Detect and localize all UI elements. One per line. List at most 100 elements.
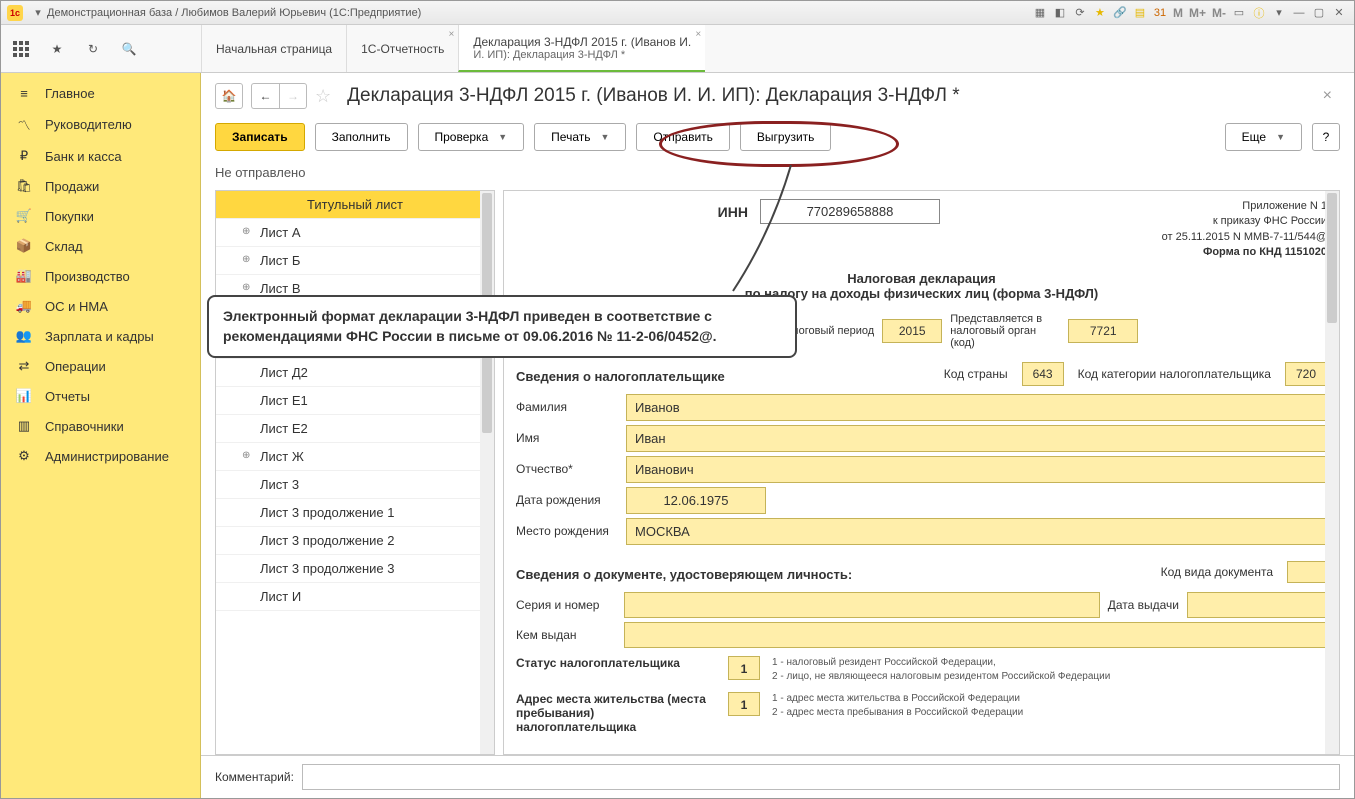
sidebar-item-warehouse[interactable]: 📦Склад: [1, 231, 200, 261]
status-field[interactable]: 1: [728, 656, 760, 680]
calendar-icon[interactable]: 31: [1151, 4, 1169, 22]
tree-row-3[interactable]: Лист 3: [216, 471, 494, 499]
chevron-down-icon: ▼: [600, 132, 609, 142]
inn-field[interactable]: 770289658888: [760, 199, 940, 224]
comment-label: Комментарий:: [215, 770, 294, 784]
m-button[interactable]: M: [1171, 6, 1185, 20]
tree-row-3c2[interactable]: Лист 3 продолжение 2: [216, 527, 494, 555]
sheet-tree: Титульный лист ⊕Лист А ⊕Лист Б ⊕Лист В Л…: [215, 190, 495, 755]
sidebar-label: Руководителю: [45, 117, 132, 132]
tree-row-3c1[interactable]: Лист 3 продолжение 1: [216, 499, 494, 527]
titlebar: 1c ▾ Демонстрационная база / Любимов Вал…: [1, 1, 1354, 25]
search-icon[interactable]: 🔍: [119, 39, 139, 59]
titlebar-tool-3[interactable]: ⟳: [1071, 4, 1089, 22]
tree-row-e1[interactable]: Лист Е1: [216, 387, 494, 415]
history-icon[interactable]: ↻: [83, 39, 103, 59]
comment-input[interactable]: [302, 764, 1340, 790]
link-icon[interactable]: 🔗: [1111, 4, 1129, 22]
m-minus-button[interactable]: M-: [1210, 6, 1228, 20]
home-button[interactable]: 🏠: [215, 83, 243, 109]
expand-icon[interactable]: ⊕: [242, 254, 254, 266]
titlebar-tool-1[interactable]: ▦: [1031, 4, 1049, 22]
minimize-icon[interactable]: —: [1290, 4, 1308, 22]
tree-row-a[interactable]: ⊕Лист А: [216, 219, 494, 247]
patronymic-field[interactable]: Иванович: [626, 456, 1327, 483]
sidebar-item-reports[interactable]: 📊Отчеты: [1, 381, 200, 411]
tab-declaration-label2: И. ИП): Декларация 3-НДФЛ *: [473, 49, 691, 61]
panel-icon[interactable]: ▭: [1230, 4, 1248, 22]
tab-start[interactable]: Начальная страница: [201, 25, 346, 72]
sidebar-item-purchases[interactable]: 🛒Покупки: [1, 201, 200, 231]
close-window-icon[interactable]: ✕: [1330, 4, 1348, 22]
expand-icon[interactable]: ⊕: [242, 282, 254, 294]
fill-button[interactable]: Заполнить: [315, 123, 408, 151]
sidebar-item-os[interactable]: 🚚ОС и НМА: [1, 291, 200, 321]
surname-field[interactable]: Иванов: [626, 394, 1327, 421]
help-button[interactable]: ?: [1312, 123, 1340, 151]
tab-declaration[interactable]: Декларация 3-НДФЛ 2015 г. (Иванов И. И. …: [458, 25, 705, 72]
truck-icon: 🚚: [15, 298, 33, 314]
send-button[interactable]: Отправить: [636, 123, 730, 151]
tab-declaration-label1: Декларация 3-НДФЛ 2015 г. (Иванов И.: [473, 35, 691, 49]
expand-icon[interactable]: ⊕: [242, 450, 254, 462]
sidebar-item-production[interactable]: 🏭Производство: [1, 261, 200, 291]
back-button[interactable]: ←: [251, 83, 279, 109]
tree-row-3c3[interactable]: Лист 3 продолжение 3: [216, 555, 494, 583]
gear-icon: ⚙: [15, 448, 33, 464]
dob-field[interactable]: 12.06.1975: [626, 487, 766, 514]
close-icon[interactable]: ×: [449, 29, 455, 40]
country-field[interactable]: 643: [1022, 362, 1064, 386]
star-icon[interactable]: ★: [47, 39, 67, 59]
sidebar-item-operations[interactable]: ⇄Операции: [1, 351, 200, 381]
sidebar-item-sales[interactable]: 🛍Продажи: [1, 171, 200, 201]
apps-icon[interactable]: [11, 39, 31, 59]
name-label: Имя: [516, 431, 616, 445]
tree-row-e2[interactable]: Лист Е2: [216, 415, 494, 443]
tab-reporting[interactable]: 1С-Отчетность×: [346, 25, 458, 72]
expand-icon[interactable]: ⊕: [242, 226, 254, 238]
unload-button[interactable]: Выгрузить: [740, 123, 832, 151]
category-field[interactable]: 720: [1285, 362, 1327, 386]
favorite-toggle[interactable]: ☆: [315, 86, 331, 107]
tree-scrollbar[interactable]: [480, 191, 494, 754]
close-page-button[interactable]: ×: [1315, 83, 1340, 109]
m-plus-button[interactable]: M+: [1187, 6, 1208, 20]
name-field[interactable]: Иван: [626, 425, 1327, 452]
tree-row-title[interactable]: Титульный лист: [216, 191, 494, 219]
form-pane: ИНН 770289658888 Приложение N 1 к приказ…: [503, 190, 1340, 755]
sidebar-item-bank[interactable]: ₽Банк и касса: [1, 141, 200, 171]
titlebar-tool-2[interactable]: ◧: [1051, 4, 1069, 22]
sidebar-item-reference[interactable]: ▥Справочники: [1, 411, 200, 441]
favorite-icon[interactable]: ★: [1091, 4, 1109, 22]
sidebar-item-main[interactable]: ≡Главное: [1, 79, 200, 108]
issue-date-field[interactable]: [1187, 592, 1327, 618]
sidebar-item-salary[interactable]: 👥Зарплата и кадры: [1, 321, 200, 351]
issued-by-field[interactable]: [624, 622, 1327, 648]
calc-icon[interactable]: ▤: [1131, 4, 1149, 22]
info-icon[interactable]: ⓘ: [1250, 4, 1268, 22]
close-icon[interactable]: ×: [695, 29, 701, 40]
sidebar-item-manager[interactable]: 〽Руководителю: [1, 108, 200, 141]
form-scrollbar[interactable]: [1325, 191, 1339, 754]
forward-button[interactable]: →: [279, 83, 307, 109]
print-button[interactable]: Печать▼: [534, 123, 626, 151]
more-button[interactable]: Еще▼: [1225, 123, 1302, 151]
tree-row-i[interactable]: Лист И: [216, 583, 494, 611]
sidebar-item-admin[interactable]: ⚙Администрирование: [1, 441, 200, 471]
window-title: Демонстрационная база / Любимов Валерий …: [47, 7, 1031, 19]
info-dd-icon[interactable]: ▾: [1270, 4, 1288, 22]
period-field[interactable]: 2015: [882, 319, 942, 343]
serial-field[interactable]: [624, 592, 1100, 618]
tree-row-b[interactable]: ⊕Лист Б: [216, 247, 494, 275]
tree-row-zh[interactable]: ⊕Лист Ж: [216, 443, 494, 471]
tree-row-d2[interactable]: Лист Д2: [216, 359, 494, 387]
save-button[interactable]: Записать: [215, 123, 305, 151]
check-button[interactable]: Проверка▼: [418, 123, 525, 151]
addr-field[interactable]: 1: [728, 692, 760, 716]
organ-field[interactable]: 7721: [1068, 319, 1138, 343]
page-header: 🏠 ← → ☆ Декларация 3-НДФЛ 2015 г. (Ивано…: [201, 73, 1354, 119]
dropdown-icon[interactable]: ▾: [29, 4, 47, 22]
doc-code-field[interactable]: [1287, 561, 1327, 583]
maximize-icon[interactable]: ▢: [1310, 4, 1328, 22]
pob-field[interactable]: МОСКВА: [626, 518, 1327, 545]
